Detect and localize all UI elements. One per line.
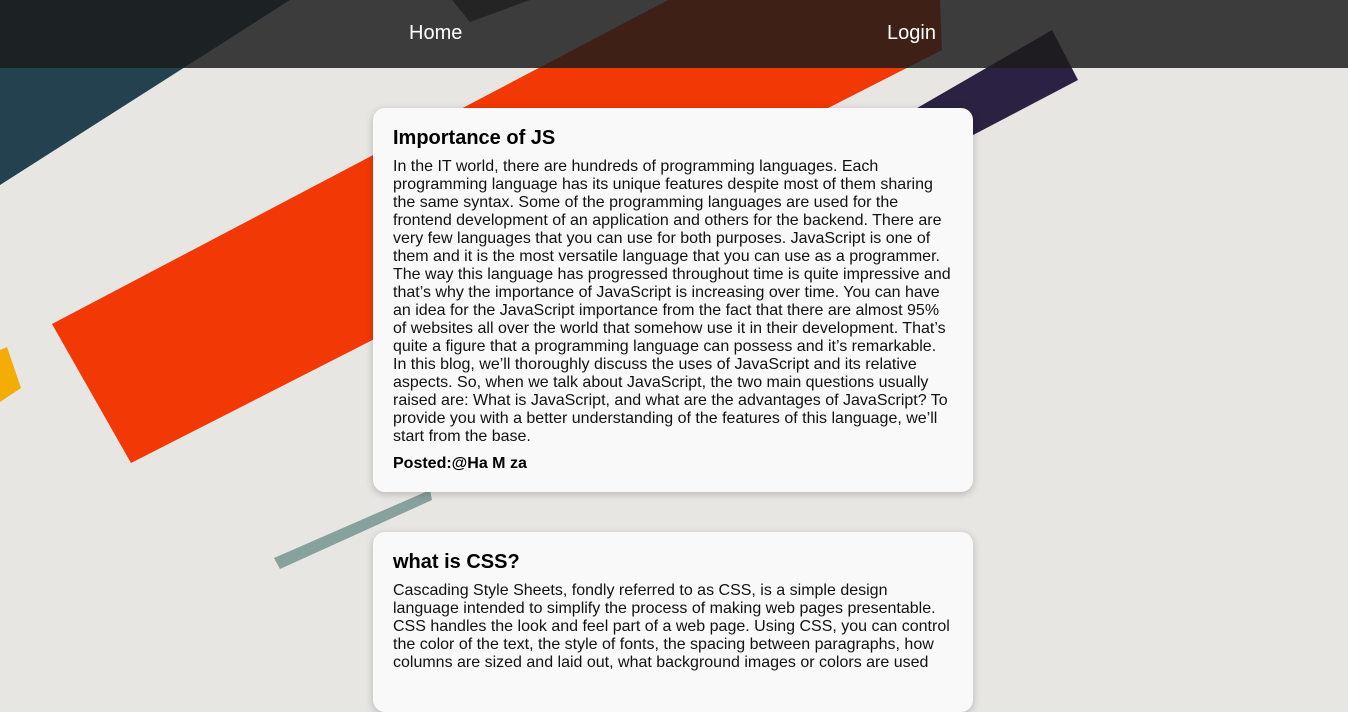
bg-yellow-shape [0,347,21,402]
post-body: In the IT world, there are hundreds of p… [393,158,951,445]
post-author: Posted:@Ha M za [393,455,527,472]
post-title: what is CSS? [393,551,520,573]
post-title: Importance of JS [393,127,556,149]
nav-home-link[interactable]: Home [409,20,462,46]
nav-login-link[interactable]: Login [887,20,936,46]
top-navbar: Home Login [0,0,1348,68]
post-card: Importance of JS In the IT world, there … [373,108,973,492]
post-card: what is CSS? Cascading Style Sheets, fon… [373,532,973,712]
